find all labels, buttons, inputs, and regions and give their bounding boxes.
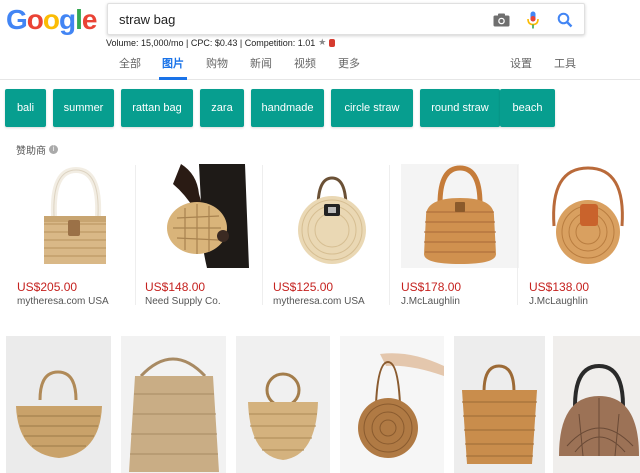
product-divider [517,165,518,305]
tab-videos[interactable]: 视频 [294,55,316,71]
product-card[interactable]: US$125.00 mytheresa.com USA [273,164,393,314]
product-image[interactable] [273,164,391,268]
sponsored-label: 赞助商 i [16,142,58,157]
search-input[interactable] [119,12,479,27]
image-result[interactable] [121,336,226,473]
image-result[interactable] [553,336,640,473]
image-result[interactable] [6,336,111,473]
product-image[interactable] [17,164,135,268]
product-store[interactable]: mytheresa.com USA [273,296,365,307]
product-card[interactable]: US$205.00 mytheresa.com USA [17,164,137,314]
product-divider [262,165,263,305]
product-store[interactable]: J.McLaughlin [529,296,588,307]
product-price[interactable]: US$178.00 [401,280,461,294]
product-price[interactable]: US$138.00 [529,280,589,294]
logo-letter: g [59,4,76,35]
logo-letter: o [42,4,60,35]
tab-shopping[interactable]: 购物 [206,55,228,71]
product-image[interactable] [401,164,519,268]
product-price[interactable]: US$205.00 [17,280,77,294]
product-price[interactable]: US$125.00 [273,280,333,294]
logo-letter: o [26,4,44,35]
logo-letter: l [75,4,83,35]
product-card[interactable]: US$178.00 J.McLaughlin [401,164,521,314]
microphone-icon[interactable] [524,11,542,29]
product-price[interactable]: US$148.00 [145,280,205,294]
chip-handmade[interactable]: handmade [251,89,324,127]
camera-icon[interactable] [492,11,510,29]
tab-all[interactable]: 全部 [119,55,141,71]
sponsored-text: 赞助商 [16,146,46,157]
product-divider [389,165,390,305]
tab-images[interactable]: 图片 [162,55,184,71]
search-actions [492,10,574,30]
tab-tools[interactable]: 工具 [554,55,576,71]
tab-more[interactable]: 更多 [338,55,360,71]
search-tabs: 全部 图片 购物 新闻 视频 更多 设置 工具 [0,46,640,80]
product-card[interactable]: US$148.00 Need Supply Co. [145,164,265,314]
chip-circle-straw[interactable]: circle straw [331,89,413,127]
tab-settings[interactable]: 设置 [510,55,532,71]
info-icon[interactable]: i [49,145,58,154]
tab-news[interactable]: 新闻 [250,55,272,71]
search-box [107,3,585,35]
chip-zara[interactable]: zara [200,89,244,127]
google-logo[interactable]: Google [6,4,98,36]
active-tab-indicator [159,77,187,80]
product-store[interactable]: Need Supply Co. [145,296,221,307]
logo-letter: e [81,4,98,35]
product-store[interactable]: J.McLaughlin [401,296,460,307]
product-divider [135,165,136,305]
logo-letter: G [6,4,28,35]
image-result[interactable] [454,336,545,473]
chip-summer[interactable]: summer [53,89,114,127]
product-card[interactable]: US$138.00 J.McLaughlin [529,164,640,314]
chip-beach[interactable]: beach [500,89,555,127]
search-icon[interactable] [556,11,574,29]
product-image[interactable] [529,164,640,268]
chip-bali[interactable]: bali [5,89,46,127]
image-result[interactable] [340,336,444,473]
product-image[interactable] [145,164,263,268]
chip-rattan-bag[interactable]: rattan bag [121,89,193,127]
image-result[interactable] [236,336,330,473]
product-store[interactable]: mytheresa.com USA [17,296,109,307]
chip-round-straw[interactable]: round straw [420,89,500,127]
